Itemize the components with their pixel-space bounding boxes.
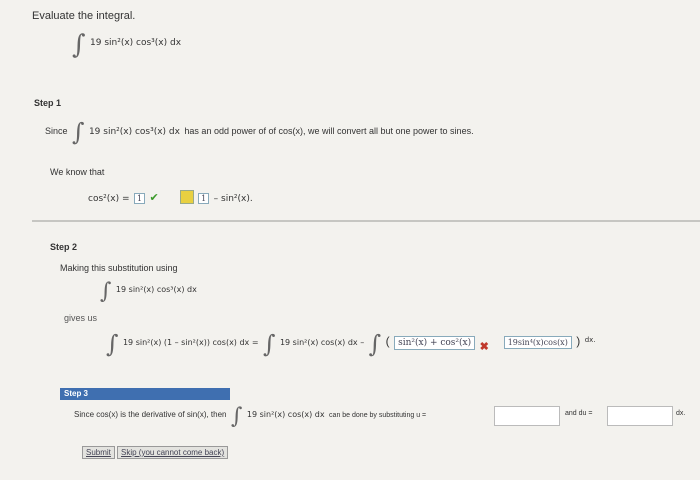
identity-lhs: cos²(x) =: [88, 194, 130, 204]
step2-title: Step 2: [50, 242, 78, 252]
skip-button[interactable]: Skip (you cannot come back): [117, 446, 229, 459]
step2-expr2: 19 sin²(x) cos(x) dx –: [279, 338, 365, 347]
integral-expression: 19 sin²(x) cos³(x) dx: [90, 38, 182, 48]
answer-box-3[interactable]: 19sin⁴(x)cos(x): [503, 336, 572, 349]
integral-sign-icon: ∫: [71, 118, 85, 146]
checkmark-icon: ✔: [149, 192, 159, 204]
step1-title: Step 1: [34, 98, 62, 108]
u-input[interactable]: [494, 406, 560, 426]
identity-row: cos²(x) = 1 ✔ 1 – sin²(x).: [88, 188, 253, 206]
dx-label: dx.: [584, 336, 596, 344]
step3-integral: 19 sin²(x) cos(x) dx: [246, 410, 325, 419]
step1-sentence-text: has an odd power of of cos(x), we will c…: [184, 126, 474, 136]
step2-integral-text: 19 sin²(x) cos³(x) dx: [115, 285, 197, 294]
step3-dx-label: dx.: [676, 410, 686, 417]
step2-equation: ∫ 19 sin²(x) (1 – sin²(x)) cos(x) dx = ∫…: [106, 330, 596, 358]
step2-expr1: 19 sin²(x) (1 – sin²(x)) cos(x) dx =: [122, 338, 259, 347]
hint-key-icon[interactable]: [179, 189, 194, 204]
submit-button[interactable]: Submit: [82, 446, 115, 459]
integral-sign-icon: ∫: [100, 279, 112, 304]
integral-sign-icon: ∫: [106, 330, 119, 358]
question-integral: ∫ 19 sin²(x) cos³(x) dx: [72, 30, 181, 60]
we-know-label: We know that: [50, 167, 105, 177]
integral-sign-icon: ∫: [230, 404, 243, 429]
step-divider: [32, 220, 700, 222]
answer-box-2[interactable]: 1: [198, 193, 210, 204]
making-label: Making this substitution using: [60, 263, 178, 273]
cross-icon: ✖: [479, 341, 489, 353]
step3-text-mid: can be done by substituting u =: [329, 412, 427, 419]
step3-text-start: Since cos(x) is the derivative of sin(x)…: [74, 410, 227, 419]
gives-us-label: gives us: [64, 313, 98, 323]
step3-sentence: Since cos(x) is the derivative of sin(x)…: [74, 404, 426, 429]
and-du-label: and du =: [565, 410, 593, 417]
question-prompt: Evaluate the integral.: [32, 10, 136, 22]
step1-sentence: Since ∫ 19 sin²(x) cos³(x) dx has an odd…: [45, 118, 474, 146]
since-label: Since: [45, 126, 68, 136]
step1-integral: 19 sin²(x) cos³(x) dx: [88, 127, 180, 137]
integral-sign-icon: ∫: [262, 330, 276, 358]
du-input[interactable]: [607, 406, 673, 426]
identity-rhs-tail: – sin²(x).: [213, 194, 253, 204]
step2-integral: ∫ 19 sin²(x) cos³(x) dx: [100, 279, 197, 304]
integral-sign-icon: ∫: [72, 30, 86, 60]
wrong-answer-box[interactable]: sin²(x) + cos²(x): [394, 336, 476, 350]
integral-sign-icon: ∫: [368, 330, 382, 358]
step3-title: Step 3: [60, 388, 230, 400]
answer-box-1[interactable]: 1: [133, 193, 146, 204]
